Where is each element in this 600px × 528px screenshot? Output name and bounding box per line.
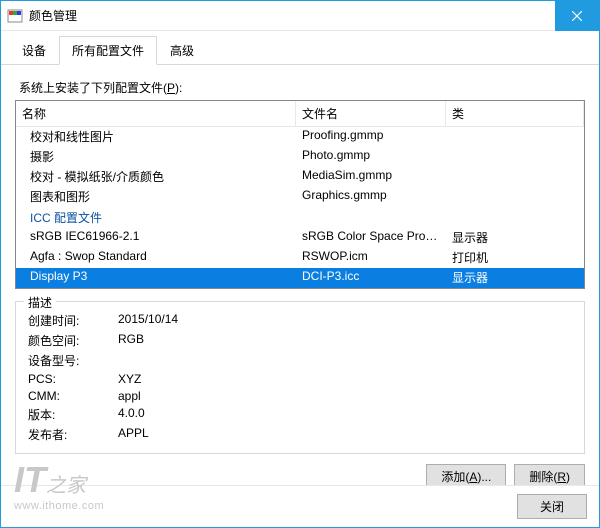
list-group-icc: ICC 配置文件 bbox=[16, 207, 584, 228]
cell-file: Proofing.gmmp bbox=[296, 127, 446, 147]
profiles-label-accel: P bbox=[167, 81, 175, 95]
profiles-label-post: ): bbox=[175, 81, 182, 95]
list-row[interactable]: sRGB IEC61966-2.1sRGB Color Space Profil… bbox=[16, 228, 584, 248]
window-title: 颜色管理 bbox=[29, 7, 555, 24]
titlebar: 颜色管理 bbox=[1, 1, 599, 31]
tab-devices[interactable]: 设备 bbox=[9, 36, 59, 65]
value-created: 2015/10/14 bbox=[118, 312, 572, 329]
cell-class bbox=[446, 127, 584, 147]
list-header: 名称 文件名 类 bbox=[16, 101, 584, 127]
label-pcs: PCS: bbox=[28, 372, 118, 386]
cell-file: Graphics.gmmp bbox=[296, 187, 446, 207]
cell-name: 校对 - 模拟纸张/介质颜色 bbox=[16, 167, 296, 187]
description-title: 描述 bbox=[24, 294, 56, 311]
value-publisher: APPL bbox=[118, 426, 572, 443]
list-row[interactable]: Agfa : Swop StandardRSWOP.icm打印机 bbox=[16, 248, 584, 268]
tab-panel: 系统上安装了下列配置文件(P): 名称 文件名 类 校对和线性图片Proofin… bbox=[1, 65, 599, 485]
list-row[interactable]: 校对 - 模拟纸张/介质颜色MediaSim.gmmp bbox=[16, 167, 584, 187]
col-file[interactable]: 文件名 bbox=[296, 101, 446, 126]
add-button[interactable]: 添加(A)... bbox=[426, 464, 506, 485]
cell-name: 摄影 bbox=[16, 147, 296, 167]
cell-name: 图表和图形 bbox=[16, 187, 296, 207]
cell-name: sRGB IEC61966-2.1 bbox=[16, 228, 296, 248]
col-name[interactable]: 名称 bbox=[16, 101, 296, 126]
cell-name: Agfa : Swop Standard bbox=[16, 248, 296, 268]
cell-file: Photo.gmmp bbox=[296, 147, 446, 167]
value-cmm: appl bbox=[118, 389, 572, 403]
description-grid: 创建时间:2015/10/14 颜色空间:RGB 设备型号: PCS:XYZ C… bbox=[28, 312, 572, 443]
close-button[interactable] bbox=[555, 1, 599, 31]
cell-class bbox=[446, 167, 584, 187]
cell-file: RSWOP.icm bbox=[296, 248, 446, 268]
cell-name: 校对和线性图片 bbox=[16, 127, 296, 147]
close-dialog-button[interactable]: 关闭 bbox=[517, 494, 587, 519]
label-model: 设备型号: bbox=[28, 352, 118, 369]
cell-name: Display P3 bbox=[16, 268, 296, 288]
label-cmm: CMM: bbox=[28, 389, 118, 403]
list-row[interactable]: 摄影Photo.gmmp bbox=[16, 147, 584, 167]
cell-class bbox=[446, 147, 584, 167]
label-ver: 版本: bbox=[28, 406, 118, 423]
cell-file: MediaSim.gmmp bbox=[296, 167, 446, 187]
list-row[interactable]: Display P3DCI-P3.icc显示器 bbox=[16, 268, 584, 288]
tab-advanced[interactable]: 高级 bbox=[157, 36, 207, 65]
description-box: 描述 创建时间:2015/10/14 颜色空间:RGB 设备型号: PCS:XY… bbox=[15, 301, 585, 454]
value-space: RGB bbox=[118, 332, 572, 349]
profiles-label: 系统上安装了下列配置文件(P): bbox=[19, 79, 585, 96]
cell-class bbox=[446, 187, 584, 207]
remove-button[interactable]: 删除(R) bbox=[514, 464, 585, 485]
app-icon bbox=[7, 8, 23, 24]
label-publisher: 发布者: bbox=[28, 426, 118, 443]
value-model bbox=[118, 352, 572, 369]
cell-file: DCI-P3.icc bbox=[296, 268, 446, 288]
list-row[interactable]: 校对和线性图片Proofing.gmmp bbox=[16, 127, 584, 147]
tab-strip: 设备 所有配置文件 高级 bbox=[1, 31, 599, 65]
close-icon bbox=[572, 11, 582, 21]
label-created: 创建时间: bbox=[28, 312, 118, 329]
list-body: 校对和线性图片Proofing.gmmp摄影Photo.gmmp校对 - 模拟纸… bbox=[16, 127, 584, 288]
cell-class: 打印机 bbox=[446, 248, 584, 268]
list-row[interactable]: 图表和图形Graphics.gmmp bbox=[16, 187, 584, 207]
action-buttons: 添加(A)... 删除(R) bbox=[15, 454, 585, 485]
window: 颜色管理 设备 所有配置文件 高级 系统上安装了下列配置文件(P): 名称 文件… bbox=[0, 0, 600, 528]
cell-class: 显示器 bbox=[446, 228, 584, 248]
value-ver: 4.0.0 bbox=[118, 406, 572, 423]
cell-class: 显示器 bbox=[446, 268, 584, 288]
footer: 关闭 bbox=[1, 485, 599, 527]
value-pcs: XYZ bbox=[118, 372, 572, 386]
col-class[interactable]: 类 bbox=[446, 101, 584, 126]
label-space: 颜色空间: bbox=[28, 332, 118, 349]
tab-all-profiles[interactable]: 所有配置文件 bbox=[59, 36, 157, 65]
cell-file: sRGB Color Space Profil... bbox=[296, 228, 446, 248]
profiles-list[interactable]: 名称 文件名 类 校对和线性图片Proofing.gmmp摄影Photo.gmm… bbox=[15, 100, 585, 289]
profiles-label-pre: 系统上安装了下列配置文件( bbox=[19, 81, 167, 95]
